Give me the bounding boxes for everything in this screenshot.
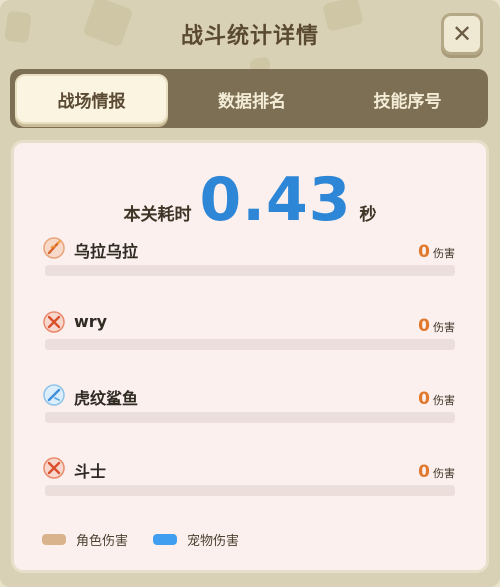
- legend-pet-damage: 宠物伤害: [153, 530, 239, 549]
- legend-label: 宠物伤害: [187, 534, 240, 549]
- combatant-name: wry: [74, 312, 108, 331]
- combatant-name: 乌拉乌拉: [74, 242, 139, 261]
- stage-time-label: 本关耗时: [123, 205, 192, 225]
- tab-battlefield-intel[interactable]: 战场情报: [15, 74, 168, 124]
- combatant-row: 斗士 0 伤害: [43, 457, 455, 499]
- damage-number: 0: [418, 242, 430, 262]
- crossed-swords-icon: [43, 311, 65, 333]
- stage-time-value: 0.43: [199, 165, 352, 235]
- damage-bar: [45, 339, 455, 350]
- legend-character-damage: 角色伤害: [42, 530, 128, 549]
- crossed-swords-icon: [43, 457, 65, 479]
- damage-value: 0 伤害: [418, 462, 455, 482]
- damage-value: 0 伤害: [418, 389, 455, 409]
- damage-bar: [45, 485, 455, 496]
- damage-unit: 伤害: [433, 321, 455, 334]
- damage-value: 0 伤害: [418, 242, 455, 262]
- legend-swatch-character: [42, 534, 66, 545]
- combatant-row: wry 0 伤害: [43, 311, 455, 353]
- combatant-row: 虎纹鲨鱼 0 伤害: [43, 384, 455, 426]
- stage-time-unit: 秒: [359, 205, 377, 225]
- tab-bar: 战场情报 数据排名 技能序号: [10, 69, 488, 128]
- ice-blade-icon: [43, 384, 65, 406]
- close-icon: ✕: [451, 20, 473, 48]
- damage-bar: [45, 265, 455, 276]
- damage-unit: 伤害: [433, 247, 455, 260]
- damage-number: 0: [418, 462, 430, 482]
- tab-skill-order[interactable]: 技能序号: [330, 74, 485, 124]
- legend-label: 角色伤害: [76, 534, 129, 549]
- combatant-row: 乌拉乌拉 0 伤害: [43, 237, 455, 279]
- damage-unit: 伤害: [433, 394, 455, 407]
- damage-number: 0: [418, 316, 430, 336]
- fire-sword-icon: [43, 237, 65, 259]
- damage-bar: [45, 412, 455, 423]
- close-button[interactable]: ✕: [441, 13, 483, 55]
- tab-data-ranking[interactable]: 数据排名: [177, 74, 327, 124]
- legend-swatch-pet: [153, 534, 177, 545]
- stage-time: 本关耗时 0.43 秒: [0, 170, 500, 230]
- damage-number: 0: [418, 389, 430, 409]
- dialog-title: 战斗统计详情: [180, 24, 319, 49]
- combatant-name: 斗士: [74, 462, 107, 481]
- damage-value: 0 伤害: [418, 316, 455, 336]
- combatant-name: 虎纹鲨鱼: [74, 389, 139, 408]
- damage-unit: 伤害: [433, 467, 455, 480]
- battle-stats-dialog: 战斗统计详情 ✕ 战场情报 数据排名 技能序号 本关耗时 0.43 秒 乌拉乌拉…: [0, 0, 500, 587]
